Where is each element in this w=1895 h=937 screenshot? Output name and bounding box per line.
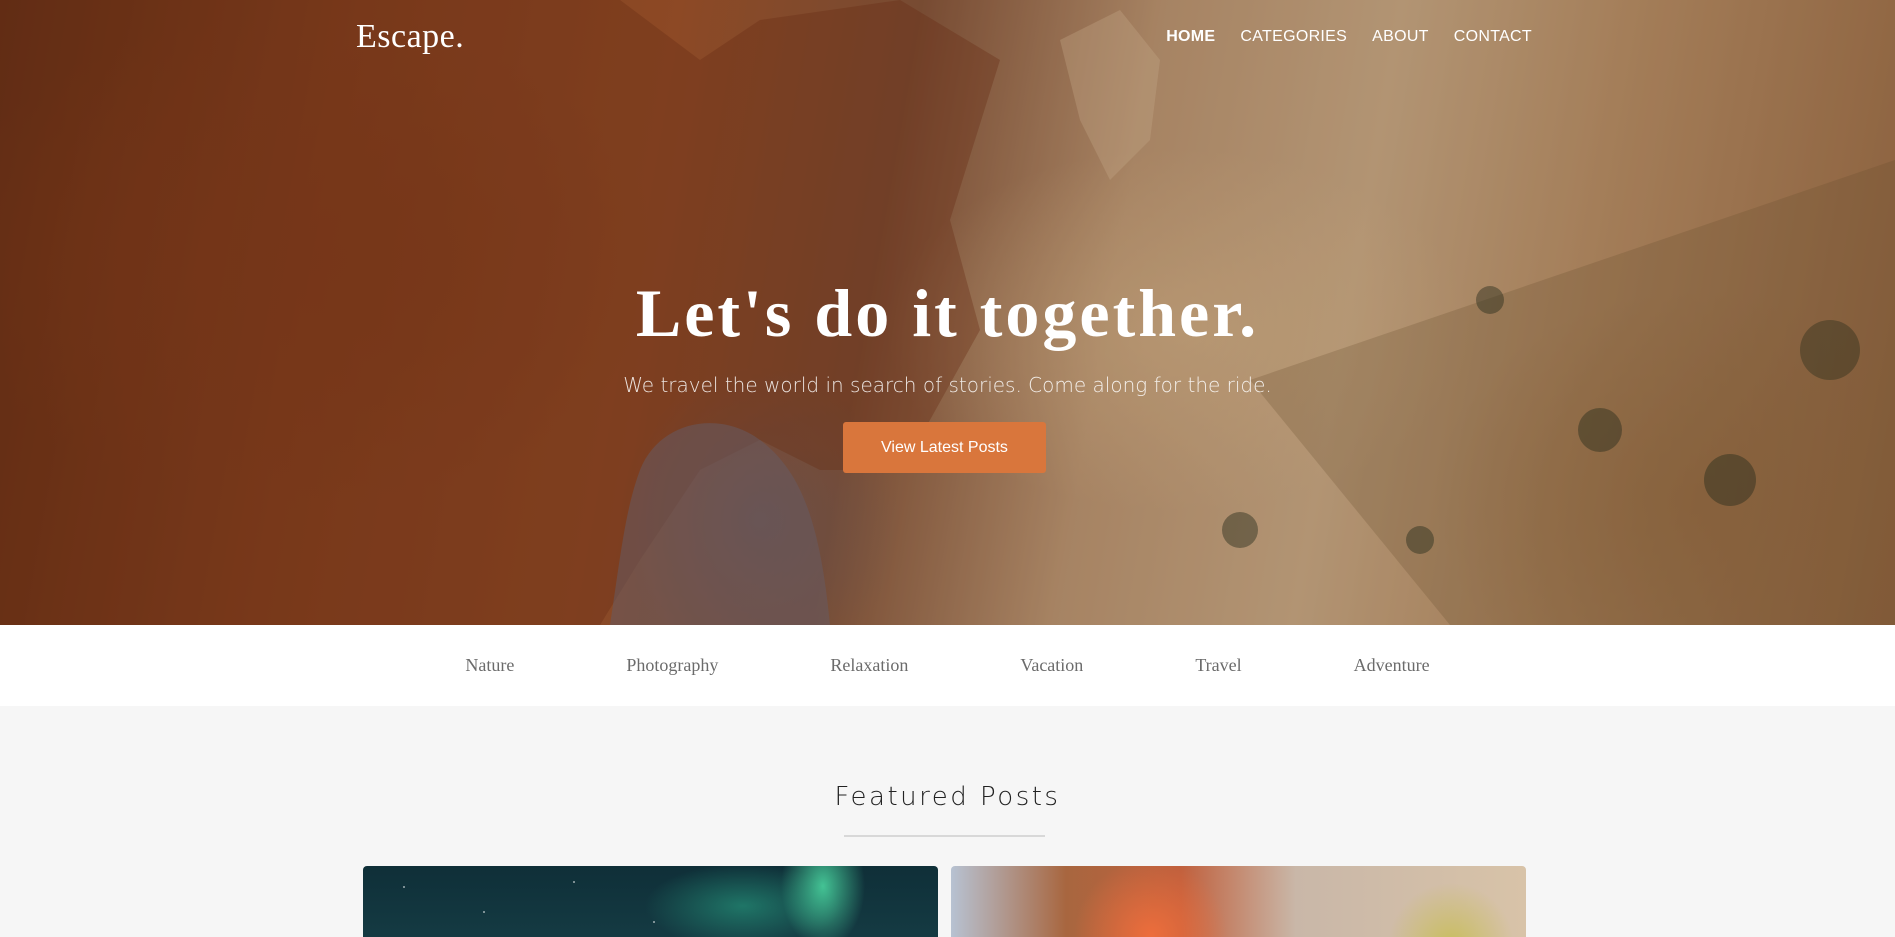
site-logo[interactable]: Escape. bbox=[356, 18, 464, 56]
main-nav: HOME CATEGORIES ABOUT CONTACT bbox=[1166, 28, 1532, 46]
nav-item-home[interactable]: HOME bbox=[1166, 28, 1215, 46]
star-dot bbox=[483, 911, 485, 913]
hero-section: Escape. HOME CATEGORIES ABOUT CONTACT Le… bbox=[0, 0, 1895, 625]
featured-post-card-aurora[interactable] bbox=[363, 866, 938, 937]
featured-divider bbox=[844, 835, 1045, 837]
category-link-adventure[interactable]: Adventure bbox=[1354, 655, 1430, 676]
star-dot bbox=[403, 886, 405, 888]
category-link-nature[interactable]: Nature bbox=[465, 655, 514, 676]
category-bar: Nature Photography Relaxation Vacation T… bbox=[0, 625, 1895, 706]
category-link-vacation[interactable]: Vacation bbox=[1020, 655, 1083, 676]
featured-posts-heading: Featured Posts bbox=[834, 782, 1061, 812]
nav-item-contact[interactable]: CONTACT bbox=[1454, 28, 1532, 46]
nav-item-about[interactable]: ABOUT bbox=[1372, 28, 1429, 46]
star-dot bbox=[653, 921, 655, 923]
hero-subtitle: We travel the world in search of stories… bbox=[623, 373, 1272, 397]
category-link-relaxation[interactable]: Relaxation bbox=[830, 655, 908, 676]
hero-title: Let's do it together. bbox=[635, 275, 1260, 351]
category-link-photography[interactable]: Photography bbox=[626, 655, 718, 676]
category-link-travel[interactable]: Travel bbox=[1195, 655, 1241, 676]
star-dot bbox=[573, 881, 575, 883]
view-latest-posts-button[interactable]: View Latest Posts bbox=[843, 422, 1046, 473]
nav-item-categories[interactable]: CATEGORIES bbox=[1240, 28, 1347, 46]
featured-post-card-lantern[interactable] bbox=[951, 866, 1526, 937]
